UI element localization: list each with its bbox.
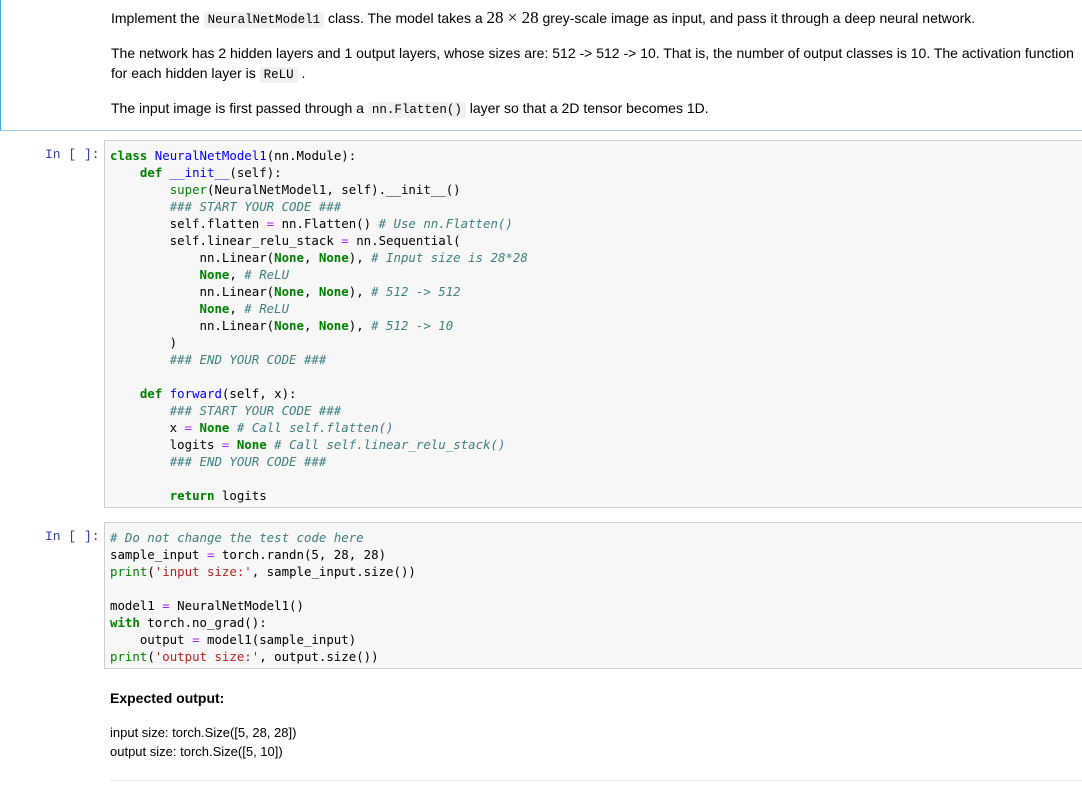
code-line: ### START YOUR CODE ### xyxy=(169,199,342,214)
code-line: def forward(self, x): xyxy=(139,386,297,401)
inline-code: nn.Flatten() xyxy=(367,102,466,118)
cell-prompt: In [ ]: xyxy=(45,147,100,162)
code-line: def __init__(self): xyxy=(139,165,282,180)
text: Implement the xyxy=(111,10,204,26)
text: The network has 2 hidden layers and 1 ou… xyxy=(111,45,1074,61)
code-line: nn.Linear(None, None), # 512 -> 512 xyxy=(110,284,461,299)
code-line: # Do not change the test code here xyxy=(110,530,364,545)
text: layer so that a 2D tensor becomes 1D. xyxy=(465,100,709,116)
code-line: self.linear_relu_stack = nn.Sequential( xyxy=(110,233,461,248)
math-expression: 28 × 28 xyxy=(486,8,539,27)
instruction-paragraph-3: The input image is first passed through … xyxy=(111,98,709,120)
code-line: with torch.no_grad(): xyxy=(110,615,267,630)
expected-output-heading: Expected output: xyxy=(110,690,225,706)
code-line: return logits xyxy=(169,488,267,503)
code-line: sample_input = torch.randn(5, 28, 28) xyxy=(110,547,387,562)
cell-prompt: In [ ]: xyxy=(45,529,100,544)
code-line: logits = None # Call self.linear_relu_st… xyxy=(110,437,506,452)
instruction-paragraph-2: The network has 2 hidden layers and 1 ou… xyxy=(111,43,1074,63)
cell-divider xyxy=(110,780,1082,781)
text: . xyxy=(297,65,306,81)
text: class. The model takes a xyxy=(324,10,487,26)
code-line: self.flatten = nn.Flatten() # Use nn.Fla… xyxy=(110,216,513,231)
instruction-paragraph-1: Implement the NeuralNetModel1 class. The… xyxy=(111,8,975,30)
inline-code: NeuralNetModel1 xyxy=(203,12,325,28)
text: The input image is first passed through … xyxy=(111,100,368,116)
code-line: print('input size:', sample_input.size()… xyxy=(110,564,416,579)
code-editor[interactable]: # Do not change the test code here sampl… xyxy=(110,529,416,665)
instruction-paragraph-2-line2: for each hidden layer is ReLU . xyxy=(111,63,305,85)
code-cell-test[interactable]: # Do not change the test code here sampl… xyxy=(104,522,1082,669)
expected-output-line: output size: torch.Size([5, 10]) xyxy=(110,744,283,759)
code-line: ) xyxy=(110,335,178,350)
markdown-cell[interactable]: Implement the NeuralNetModel1 class. The… xyxy=(0,0,1082,131)
code-line: ### START YOUR CODE ### xyxy=(169,403,342,418)
code-line: print('output size:', output.size()) xyxy=(110,649,379,664)
code-line: ### END YOUR CODE ### xyxy=(169,352,327,367)
code-line: None, # ReLU xyxy=(199,267,290,282)
code-line: output = model1(sample_input) xyxy=(110,632,357,647)
code-line: x = None # Call self.flatten() xyxy=(110,420,394,435)
code-cell-model[interactable]: class NeuralNetModel1(nn.Module): def __… xyxy=(104,140,1082,508)
text: for each hidden layer is xyxy=(111,65,260,81)
code-line: ### END YOUR CODE ### xyxy=(169,454,327,469)
text: grey-scale image as input, and pass it t… xyxy=(538,10,976,26)
code-line: model1 = NeuralNetModel1() xyxy=(110,598,304,613)
code-line: class NeuralNetModel1(nn.Module): xyxy=(110,148,357,163)
inline-code: ReLU xyxy=(259,67,298,83)
expected-output-line: input size: torch.Size([5, 28, 28]) xyxy=(110,725,297,740)
code-editor[interactable]: class NeuralNetModel1(nn.Module): def __… xyxy=(110,147,528,504)
code-line: super(NeuralNetModel1, self).__init__() xyxy=(169,182,461,197)
code-line: nn.Linear(None, None), # 512 -> 10 xyxy=(110,318,454,333)
code-line: None, # ReLU xyxy=(199,301,290,316)
code-line: nn.Linear(None, None), # Input size is 2… xyxy=(110,250,528,265)
